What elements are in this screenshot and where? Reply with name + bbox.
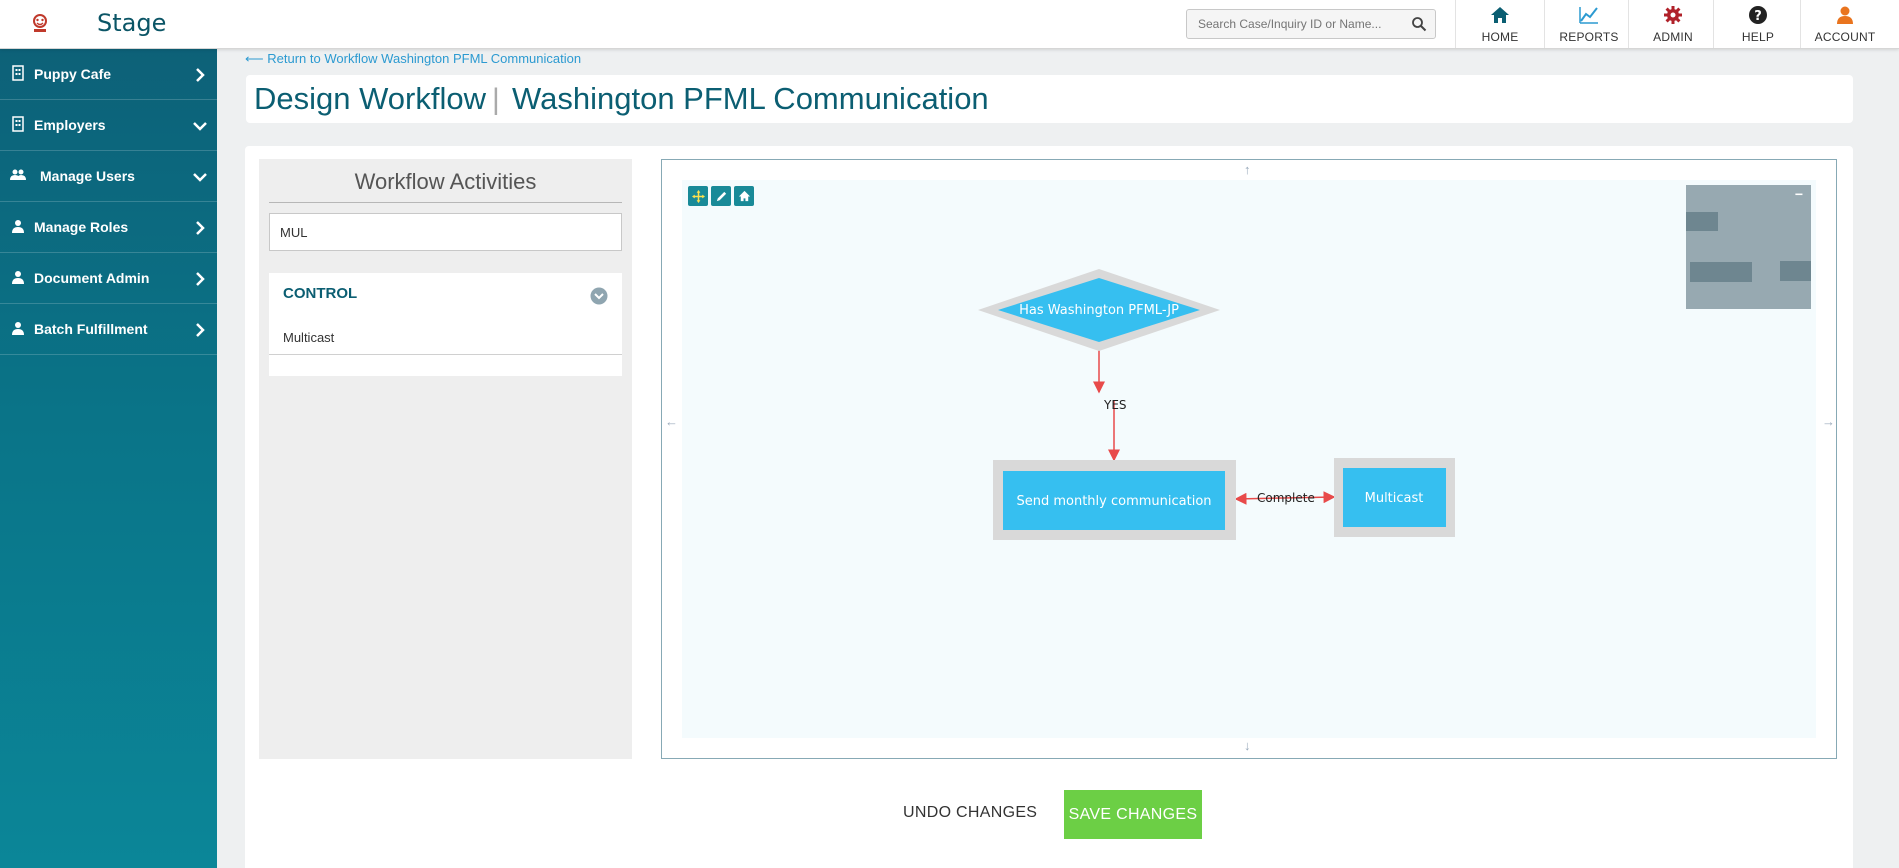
title-separator: |: [492, 83, 500, 116]
sidebar-item-label: Manage Roles: [34, 219, 129, 235]
chevron-right-icon: [196, 272, 205, 286]
nav-home[interactable]: HOME: [1456, 0, 1544, 48]
building-icon: [12, 65, 24, 81]
page-title: Design Workflow: [254, 81, 487, 116]
top-navigation-bar: Stage HOME REPORTS ADMIN ? HELP ACCOUNT: [0, 0, 1899, 49]
activity-item-multicast[interactable]: Multicast: [269, 321, 622, 355]
activity-category-title[interactable]: CONTROL: [283, 285, 357, 302]
sidebar-item-batch-fulfillment[interactable]: Batch Fulfillment: [0, 304, 217, 355]
nav-admin-label: ADMIN: [1653, 30, 1693, 44]
activities-heading: Workflow Activities: [269, 159, 622, 203]
chart-line-icon: [1579, 7, 1598, 24]
edge-label-yes: YES: [1103, 398, 1127, 412]
activities-filter-input[interactable]: [269, 213, 622, 251]
chevron-right-icon: [196, 323, 205, 337]
chevron-down-icon: [193, 173, 207, 182]
workflow-canvas[interactable]: ↑ ↓ ← → − YES Complete Has Washington PF…: [661, 159, 1837, 759]
chevron-down-icon: [193, 122, 207, 131]
chevron-down-circle-icon[interactable]: [590, 287, 608, 305]
user-icon: [12, 220, 24, 233]
question-icon: ?: [1749, 6, 1767, 24]
sidebar-item-manage-users[interactable]: Manage Users: [0, 151, 217, 202]
building-icon: [12, 116, 24, 132]
decision-node-label: Has Washington PFML-JP: [1019, 303, 1179, 318]
search-icon[interactable]: [1411, 16, 1427, 32]
nav-help[interactable]: ? HELP: [1714, 0, 1802, 48]
back-link-label: Return to Workflow Washington PFML Commu…: [267, 51, 582, 66]
sidebar-item-label: Employers: [34, 117, 106, 133]
activity-node-label: Multicast: [1365, 491, 1424, 506]
nav-account-label: ACCOUNT: [1814, 30, 1876, 44]
workflow-diagram: YES Complete Has Washington PFML-JP Send…: [978, 269, 1455, 540]
nav-reports[interactable]: REPORTS: [1545, 0, 1633, 48]
nav-account[interactable]: ACCOUNT: [1801, 0, 1889, 48]
home-icon: [1491, 7, 1509, 23]
activity-node-label: Send monthly communication: [1016, 494, 1211, 509]
edge-label-complete: Complete: [1257, 491, 1315, 505]
sidebar-item-label: Batch Fulfillment: [34, 321, 148, 337]
sidebar-item-label: Manage Users: [40, 168, 135, 184]
users-icon: [10, 169, 26, 180]
sidebar-item-label: Document Admin: [34, 270, 150, 286]
activity-category-card: CONTROL Multicast: [269, 273, 622, 376]
sidebar-item-puppy-cafe[interactable]: Puppy Cafe: [0, 49, 217, 100]
workflow-name: Washington PFML Communication: [512, 81, 989, 116]
nav-reports-label: REPORTS: [1559, 30, 1619, 44]
user-icon: [1837, 6, 1853, 24]
back-link[interactable]: ⟵ Return to Workflow Washington PFML Com…: [245, 51, 581, 67]
environment-name: Stage: [97, 9, 167, 37]
nav-help-label: HELP: [1741, 30, 1775, 44]
page-title-box: Design Workflow | Washington PFML Commun…: [246, 75, 1853, 123]
nav-admin[interactable]: ADMIN: [1629, 0, 1717, 48]
undo-changes-button[interactable]: UNDO CHANGES: [903, 804, 1037, 822]
user-icon: [12, 271, 24, 284]
save-changes-button[interactable]: SAVE CHANGES: [1064, 790, 1202, 839]
case-search-input[interactable]: [1187, 17, 1407, 31]
user-icon: [12, 322, 24, 335]
chevron-right-icon: [196, 68, 205, 82]
sidebar-item-label: Puppy Cafe: [34, 66, 112, 82]
arrow-left-icon: ⟵: [245, 51, 264, 66]
sidebar: Puppy Cafe Employers Manage Users Manage…: [0, 49, 217, 868]
sidebar-item-employers[interactable]: Employers: [0, 100, 217, 151]
nav-home-label: HOME: [1481, 30, 1519, 44]
company-logo-icon[interactable]: [28, 12, 52, 36]
chevron-right-icon: [196, 221, 205, 235]
sidebar-item-manage-roles[interactable]: Manage Roles: [0, 202, 217, 253]
gear-icon: [1664, 6, 1682, 24]
svg-text:?: ?: [1754, 9, 1762, 24]
sidebar-item-document-admin[interactable]: Document Admin: [0, 253, 217, 304]
case-search: [1186, 9, 1436, 39]
workflow-activities-panel: Workflow Activities CONTROL Multicast: [259, 159, 632, 759]
